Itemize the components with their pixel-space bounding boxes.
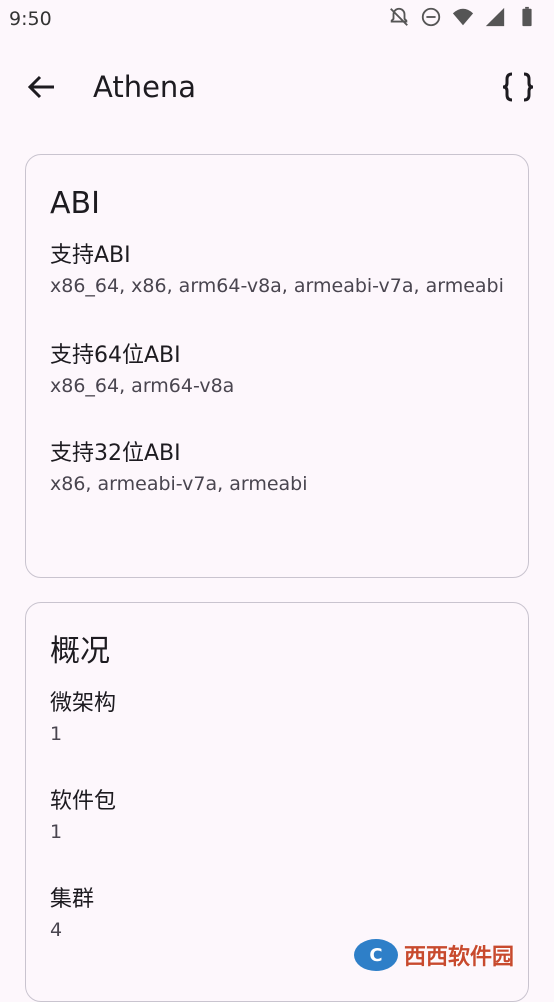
item-label: 微架构	[50, 689, 504, 719]
battery-icon	[516, 6, 538, 28]
code-view-button[interactable]	[500, 69, 536, 105]
back-button[interactable]	[22, 69, 62, 105]
item-label: 集群	[50, 885, 504, 915]
arrow-left-icon	[22, 69, 62, 105]
bell-off-icon	[388, 6, 410, 28]
list-item: 微架构 1	[50, 689, 504, 749]
card-title-abi: ABI	[50, 185, 504, 223]
card-title-overview: 概况	[50, 633, 504, 671]
code-braces-icon	[500, 69, 536, 105]
list-item: 支持64位ABI x86_64, arm64-v8a	[50, 341, 504, 401]
signal-icon	[484, 6, 506, 28]
dnd-icon	[420, 6, 442, 28]
item-value: x86_64, arm64-v8a	[50, 371, 504, 401]
item-value: x86_64, x86, arm64-v8a, armeabi-v7a, arm…	[50, 271, 504, 301]
item-label: 软件包	[50, 787, 504, 817]
app-bar: Athena	[0, 55, 554, 119]
item-label: 支持64位ABI	[50, 341, 504, 371]
item-value: 1	[50, 817, 504, 847]
list-item: 集群 4	[50, 885, 504, 945]
item-value: x86, armeabi-v7a, armeabi	[50, 469, 504, 499]
status-time: 9:50	[9, 8, 52, 30]
list-item: 支持32位ABI x86, armeabi-v7a, armeabi	[50, 439, 504, 499]
item-label: 支持32位ABI	[50, 439, 504, 469]
list-item: 支持ABI x86_64, x86, arm64-v8a, armeabi-v7…	[50, 241, 504, 301]
list-item: 软件包 1	[50, 787, 504, 847]
watermark: C 西西软件园	[354, 937, 534, 973]
status-bar: 9:50	[0, 0, 554, 38]
watermark-logo-icon: C	[354, 939, 398, 971]
page-title: Athena	[93, 70, 196, 104]
abi-card: ABI 支持ABI x86_64, x86, arm64-v8a, armeab…	[25, 154, 529, 578]
status-icons	[388, 6, 538, 28]
watermark-text: 西西软件园	[404, 939, 514, 971]
wifi-icon	[452, 6, 474, 28]
item-value: 1	[50, 719, 504, 749]
item-label: 支持ABI	[50, 241, 504, 271]
